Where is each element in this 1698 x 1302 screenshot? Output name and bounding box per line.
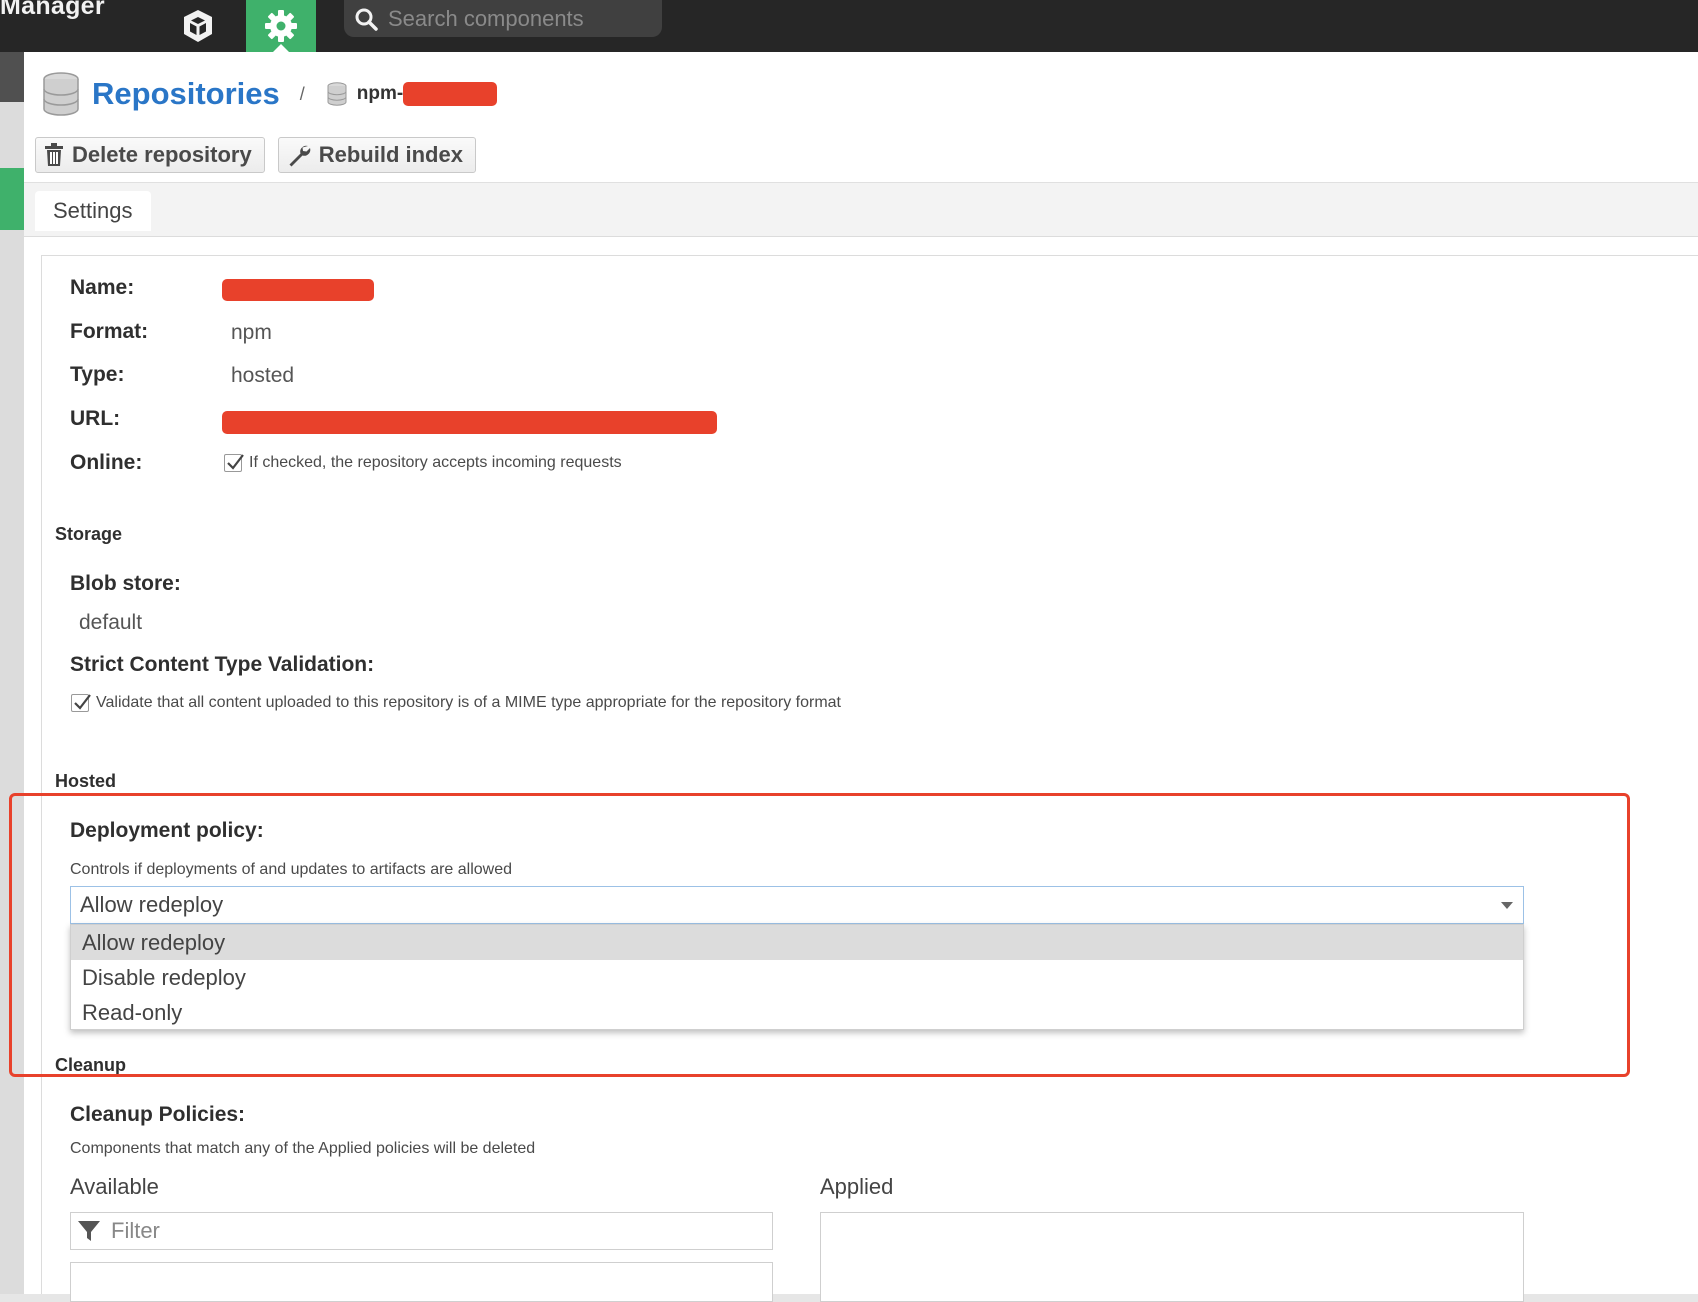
rebuild-index-label: Rebuild index <box>318 142 463 167</box>
strict-validation-help-text: Validate that all content uploaded to th… <box>96 694 841 711</box>
admin-mode-button[interactable] <box>246 0 316 52</box>
search-box[interactable] <box>344 0 662 37</box>
online-checkbox-row[interactable]: If checked, the repository accepts incom… <box>224 454 622 472</box>
applied-policies-list[interactable] <box>820 1212 1524 1302</box>
sidebar-active-item[interactable] <box>0 168 24 230</box>
strict-validation-label: Strict Content Type Validation: <box>70 653 375 676</box>
deployment-policy-help: Controls if deployments of and updates t… <box>70 861 513 878</box>
chevron-down-icon[interactable] <box>1501 902 1513 909</box>
cleanup-section-heading: Cleanup <box>55 1055 127 1075</box>
redacted-url-value <box>222 411 717 434</box>
deployment-policy-selected-value: Allow redeploy <box>80 892 224 917</box>
trash-icon <box>45 143 63 166</box>
name-label: Name: <box>70 276 135 299</box>
breadcrumb-repo-name: npm- <box>356 83 404 104</box>
online-label: Online: <box>70 451 143 474</box>
strict-validation-checkbox[interactable] <box>71 694 91 712</box>
rebuild-index-button[interactable]: Rebuild index <box>277 137 476 173</box>
tab-strip: Settings <box>24 182 1698 237</box>
available-column-title: Available <box>70 1174 159 1199</box>
breadcrumb-separator: / <box>299 83 305 104</box>
storage-section-heading: Storage <box>55 524 123 544</box>
toolbar: Delete repository Rebuild index <box>35 137 476 173</box>
wrench-icon <box>289 145 311 167</box>
format-label: Format: <box>70 320 149 343</box>
blob-store-value: default <box>79 611 143 634</box>
checkbox-checked-icon <box>227 454 244 470</box>
checkbox-checked-icon <box>74 694 91 710</box>
admin-gear-icon <box>265 10 297 42</box>
filter-icon <box>78 1221 100 1241</box>
sidebar-strip <box>0 52 24 1294</box>
strict-validation-checkbox-row[interactable]: Validate that all content uploaded to th… <box>71 694 841 712</box>
dropdown-option-disable-redeploy[interactable]: Disable redeploy <box>71 960 1523 995</box>
breadcrumb-repositories-link[interactable]: Repositories <box>92 76 280 112</box>
dropdown-option-read-only[interactable]: Read-only <box>71 995 1523 1030</box>
redacted-repo-name <box>403 82 498 106</box>
database-icon <box>327 82 347 106</box>
available-policies-list[interactable] <box>70 1262 773 1302</box>
deployment-policy-select[interactable]: Allow redeploy <box>70 886 1524 924</box>
type-label: Type: <box>70 363 125 386</box>
cleanup-policies-label: Cleanup Policies: <box>70 1103 246 1126</box>
browse-cube-icon <box>184 10 212 42</box>
dropdown-option-allow-redeploy[interactable]: Allow redeploy <box>71 925 1523 960</box>
available-filter-input[interactable] <box>109 1217 749 1245</box>
online-checkbox[interactable] <box>224 454 244 472</box>
deployment-policy-dropdown: Allow redeploy Disable redeploy Read-onl… <box>70 924 1524 1030</box>
blob-store-label: Blob store: <box>70 572 181 595</box>
database-icon <box>43 72 79 116</box>
available-filter-box[interactable] <box>70 1212 773 1250</box>
type-value: hosted <box>231 364 295 387</box>
sidebar-collapsed-section[interactable] <box>0 52 24 102</box>
top-bar: Manager <box>0 0 1698 52</box>
tab-settings[interactable]: Settings <box>35 191 151 231</box>
format-value: npm <box>231 321 272 344</box>
breadcrumb: Repositories / npm- <box>42 64 498 124</box>
browse-mode-button[interactable] <box>163 0 233 52</box>
redacted-name-value <box>222 279 374 301</box>
delete-repository-button[interactable]: Delete repository <box>35 137 265 173</box>
delete-repository-label: Delete repository <box>72 142 252 167</box>
search-icon <box>355 8 378 31</box>
hosted-section-heading: Hosted <box>55 771 117 791</box>
app-brand: Manager <box>0 0 105 20</box>
applied-column-title: Applied <box>820 1174 894 1199</box>
deployment-policy-label: Deployment policy: <box>70 819 264 842</box>
search-input[interactable] <box>386 4 646 33</box>
url-label: URL: <box>70 407 121 430</box>
online-help-text: If checked, the repository accepts incom… <box>249 454 622 471</box>
cleanup-policies-help: Components that match any of the Applied… <box>70 1140 536 1157</box>
